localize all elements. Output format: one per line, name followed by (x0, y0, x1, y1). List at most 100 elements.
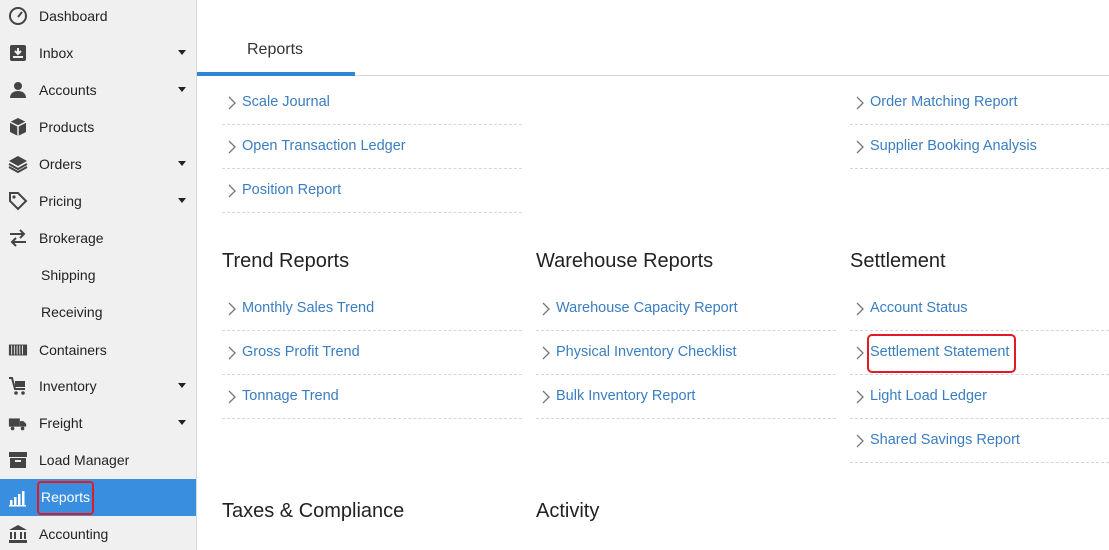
chevron-down-icon[interactable] (178, 87, 186, 92)
bar-chart-icon (7, 487, 29, 507)
report-link-monthly-sales-trend[interactable]: Monthly Sales Trend (222, 287, 522, 331)
report-link-shared-savings-report[interactable]: Shared Savings Report (850, 419, 1109, 463)
truck-icon (7, 413, 29, 433)
report-link-bulk-inventory-report[interactable]: Bulk Inventory Report (536, 375, 836, 419)
gauge-icon (7, 6, 29, 26)
report-link-label: Monthly Sales Trend (242, 300, 375, 316)
report-link-label: Order Matching Report (870, 94, 1018, 110)
chevron-right-icon (856, 140, 864, 154)
report-link-account-status[interactable]: Account Status (850, 287, 1109, 331)
sidebar-item-label: Inventory (39, 378, 97, 394)
report-link-gross-profit-trend[interactable]: Gross Profit Trend (222, 331, 522, 375)
report-link-label: Open Transaction Ledger (242, 138, 406, 154)
sidebar-item-pricing[interactable]: Pricing (0, 183, 196, 220)
report-link-label: Warehouse Capacity Report (556, 300, 738, 316)
chevron-right-icon (856, 302, 864, 316)
report-link-label: Shared Savings Report (870, 432, 1020, 448)
sidebar-item-label: Receiving (41, 304, 103, 320)
sidebar-item-brokerage[interactable]: Brokerage (0, 220, 196, 257)
report-link-label: Gross Profit Trend (242, 344, 360, 360)
tab-bar: Reports (197, 0, 1109, 76)
sidebar-item-reports[interactable]: Reports (0, 479, 196, 516)
sidebar-item-freight[interactable]: Freight (0, 405, 196, 442)
report-link-label: Position Report (242, 182, 342, 198)
sidebar-item-label: Pricing (39, 193, 82, 209)
sidebar-item-label: Products (39, 119, 95, 135)
sidebar-item-label: Accounting (39, 526, 109, 542)
swap-arrows-icon (7, 228, 29, 248)
sidebar-item-label: Orders (39, 156, 82, 172)
chevron-down-icon[interactable] (178, 420, 186, 425)
report-link-label: Light Load Ledger (870, 388, 987, 404)
sidebar-item-label: Inbox (39, 45, 74, 61)
tab-label: Reports (247, 41, 304, 58)
sidebar-item-label: Reports (41, 489, 91, 505)
sidebar-item-inventory[interactable]: Inventory (0, 368, 196, 405)
sidebar-item-accounts[interactable]: Accounts (0, 72, 196, 109)
sidebar-item-orders[interactable]: Orders (0, 146, 196, 183)
chevron-down-icon[interactable] (178, 50, 186, 55)
tab-reports[interactable]: Reports (197, 0, 355, 76)
sidebar-item-load-manager[interactable]: Load Manager (0, 442, 196, 479)
inbox-icon (7, 43, 29, 63)
report-link-physical-inventory-checklist[interactable]: Physical Inventory Checklist (536, 331, 836, 375)
archive-icon (7, 450, 29, 470)
sidebar-item-label: Brokerage (39, 230, 104, 246)
container-icon (7, 340, 29, 360)
cart-icon (7, 376, 29, 396)
report-link-label: Account Status (870, 300, 968, 316)
sidebar-item-label: Containers (39, 342, 107, 358)
section-title-activity: Activity (536, 500, 600, 522)
tag-icon (7, 191, 29, 211)
report-link-supplier-booking-analysis[interactable]: Supplier Booking Analysis (850, 125, 1109, 169)
section-title-warehouse-reports: Warehouse Reports (536, 250, 714, 272)
chevron-right-icon (228, 96, 236, 110)
chevron-right-icon (542, 302, 550, 316)
sidebar-item-shipping[interactable]: Shipping (0, 257, 196, 294)
chevron-right-icon (228, 302, 236, 316)
chevron-right-icon (856, 346, 864, 360)
report-link-light-load-ledger[interactable]: Light Load Ledger (850, 375, 1109, 419)
chevron-right-icon (228, 184, 236, 198)
chevron-right-icon (228, 140, 236, 154)
chevron-right-icon (856, 434, 864, 448)
box-icon (7, 117, 29, 137)
sidebar-item-label: Shipping (41, 267, 96, 283)
chevron-down-icon[interactable] (178, 161, 186, 166)
section-title-trend-reports: Trend Reports (222, 250, 350, 272)
report-link-label: Physical Inventory Checklist (556, 344, 737, 360)
sidebar: Dashboard Inbox Accounts Products Orders… (0, 0, 197, 550)
user-icon (7, 80, 29, 100)
chevron-right-icon (856, 96, 864, 110)
sidebar-item-inbox[interactable]: Inbox (0, 35, 196, 72)
report-link-open-transaction-ledger[interactable]: Open Transaction Ledger (222, 125, 522, 169)
sidebar-item-dashboard[interactable]: Dashboard (0, 0, 196, 35)
report-link-label: Scale Journal (242, 94, 330, 110)
report-link-scale-journal[interactable]: Scale Journal (222, 81, 522, 125)
report-link-label: Settlement Statement (870, 344, 1010, 360)
sidebar-item-label: Accounts (39, 82, 97, 98)
sidebar-item-containers[interactable]: Containers (0, 332, 196, 369)
report-link-position-report[interactable]: Position Report (222, 169, 522, 213)
sidebar-item-receiving[interactable]: Receiving (0, 294, 196, 331)
section-title-taxes-compliance: Taxes & Compliance (222, 500, 405, 522)
bank-icon (7, 524, 29, 544)
chevron-down-icon[interactable] (178, 198, 186, 203)
report-link-settlement-statement[interactable]: Settlement Statement (850, 331, 1109, 375)
chevron-right-icon (228, 390, 236, 404)
sidebar-item-products[interactable]: Products (0, 109, 196, 146)
report-link-tonnage-trend[interactable]: Tonnage Trend (222, 375, 522, 419)
sidebar-item-label: Freight (39, 415, 83, 431)
chevron-down-icon[interactable] (178, 383, 186, 388)
report-link-label: Tonnage Trend (242, 388, 339, 404)
report-link-order-matching-report[interactable]: Order Matching Report (850, 81, 1109, 125)
sidebar-item-label: Dashboard (39, 8, 108, 24)
chevron-right-icon (856, 390, 864, 404)
sidebar-item-accounting[interactable]: Accounting (0, 516, 196, 550)
section-title-settlement: Settlement (850, 250, 946, 272)
report-link-warehouse-capacity-report[interactable]: Warehouse Capacity Report (536, 287, 836, 331)
report-link-label: Supplier Booking Analysis (870, 138, 1037, 154)
chevron-right-icon (542, 390, 550, 404)
report-link-label: Bulk Inventory Report (556, 388, 696, 404)
chevron-right-icon (228, 346, 236, 360)
